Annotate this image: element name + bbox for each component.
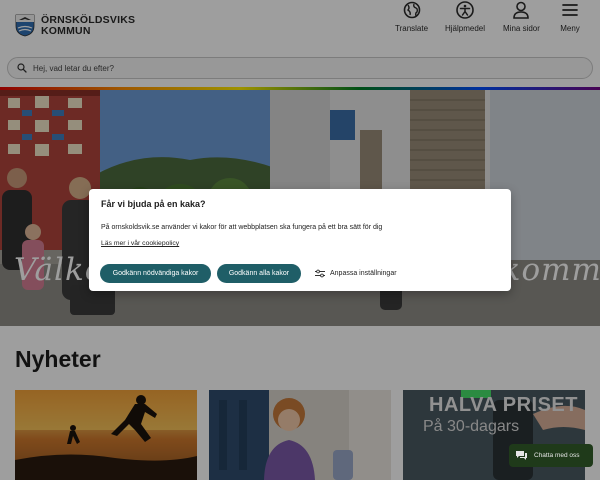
customize-settings-button[interactable]: Anpassa inställningar <box>315 269 397 278</box>
cookie-consent-dialog: Får vi bjuda på en kaka? På ornskoldsvik… <box>89 189 511 291</box>
chat-bubble-icon <box>516 451 527 460</box>
cookie-dialog-title: Får vi bjuda på en kaka? <box>101 199 206 209</box>
chat-label: Chatta med oss <box>534 452 580 459</box>
chat-button[interactable]: Chatta med oss <box>509 444 593 467</box>
accept-all-cookies-button[interactable]: Godkänn alla kakor <box>217 264 301 283</box>
cookie-policy-link[interactable]: Läs mer i vår cookiepolicy <box>101 240 179 247</box>
customize-settings-label: Anpassa inställningar <box>330 270 397 277</box>
accept-necessary-cookies-button[interactable]: Godkänn nödvändiga kakor <box>100 264 211 283</box>
sliders-icon <box>315 269 325 278</box>
cookie-dialog-text: På ornskoldsvik.se använder vi kakor för… <box>101 224 383 231</box>
